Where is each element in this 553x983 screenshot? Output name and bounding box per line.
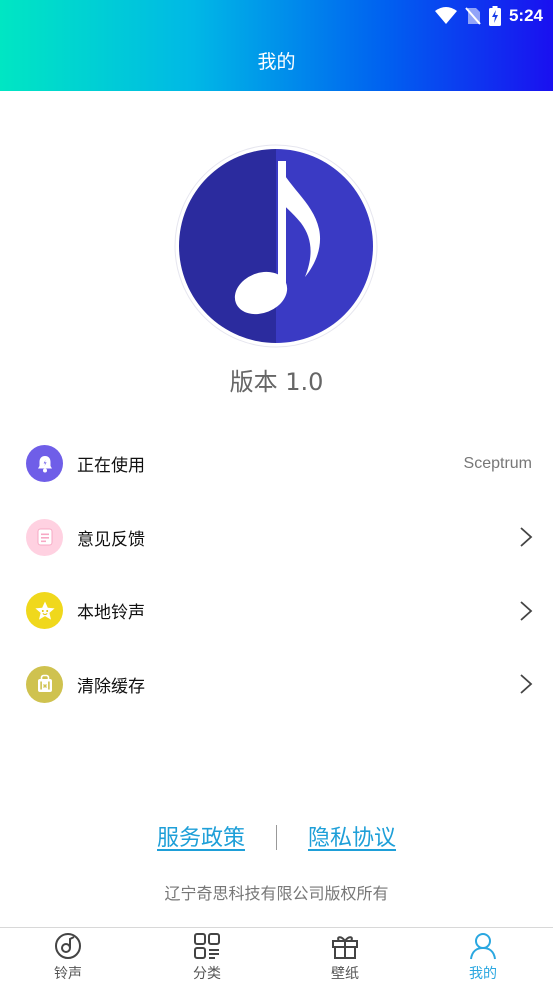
chevron-right-icon	[520, 527, 533, 547]
app-version: 版本 1.0	[229, 368, 324, 396]
menu-item-local-ringtones[interactable]: 本地铃声	[0, 574, 553, 648]
menu-item-label: 意见反馈	[77, 529, 145, 550]
menu-item-label: 正在使用	[77, 456, 145, 477]
tab-label: 壁纸	[331, 966, 359, 982]
tab-label: 分类	[193, 966, 221, 982]
star-icon	[26, 592, 63, 630]
page-title: 我的	[257, 51, 296, 73]
tab-label: 铃声	[54, 966, 82, 982]
bottom-tab-bar: 铃声 分类 壁纸 我的	[0, 927, 553, 983]
menu-item-clear-cache[interactable]: 清除缓存	[0, 648, 553, 722]
bag-icon	[26, 665, 63, 703]
menu-item-label: 清除缓存	[77, 676, 145, 697]
link-divider	[276, 825, 277, 850]
tab-label: 我的	[469, 966, 497, 982]
privacy-agreement-link[interactable]: 隐私协议	[308, 820, 396, 852]
current-ringtone-value: Sceptrum	[463, 454, 532, 472]
app-header: 5:24 我的	[0, 0, 553, 91]
bell-icon	[26, 445, 63, 483]
chevron-right-icon	[520, 601, 533, 621]
settings-menu: 正在使用 Sceptrum 意见反馈 本地铃声 清除缓存	[0, 427, 553, 721]
status-time: 5:24	[508, 6, 543, 25]
person-icon	[470, 933, 496, 960]
menu-item-label: 本地铃声	[77, 603, 145, 624]
tab-mine[interactable]: 我的	[443, 928, 523, 983]
tab-categories[interactable]: 分类	[167, 928, 247, 983]
copyright-text: 辽宁奇思科技有限公司版权所有	[164, 884, 389, 903]
policy-links: 服务政策 隐私协议	[0, 820, 553, 856]
note-icon	[26, 518, 63, 556]
menu-item-current-ringtone[interactable]: 正在使用 Sceptrum	[0, 427, 553, 501]
tab-ringtones[interactable]: 铃声	[28, 928, 108, 983]
battery-charging-icon	[488, 6, 501, 26]
tab-wallpapers[interactable]: 壁纸	[305, 928, 385, 983]
service-policy-link[interactable]: 服务政策	[157, 820, 245, 852]
gift-icon	[332, 936, 358, 959]
status-bar: 5:24	[0, 0, 553, 32]
wifi-icon	[434, 7, 457, 24]
grid-icon	[194, 933, 220, 959]
music-disc-icon	[55, 933, 81, 959]
app-logo	[174, 144, 378, 348]
menu-item-feedback[interactable]: 意见反馈	[0, 501, 553, 575]
chevron-right-icon	[520, 674, 533, 694]
no-sim-icon	[465, 7, 481, 25]
